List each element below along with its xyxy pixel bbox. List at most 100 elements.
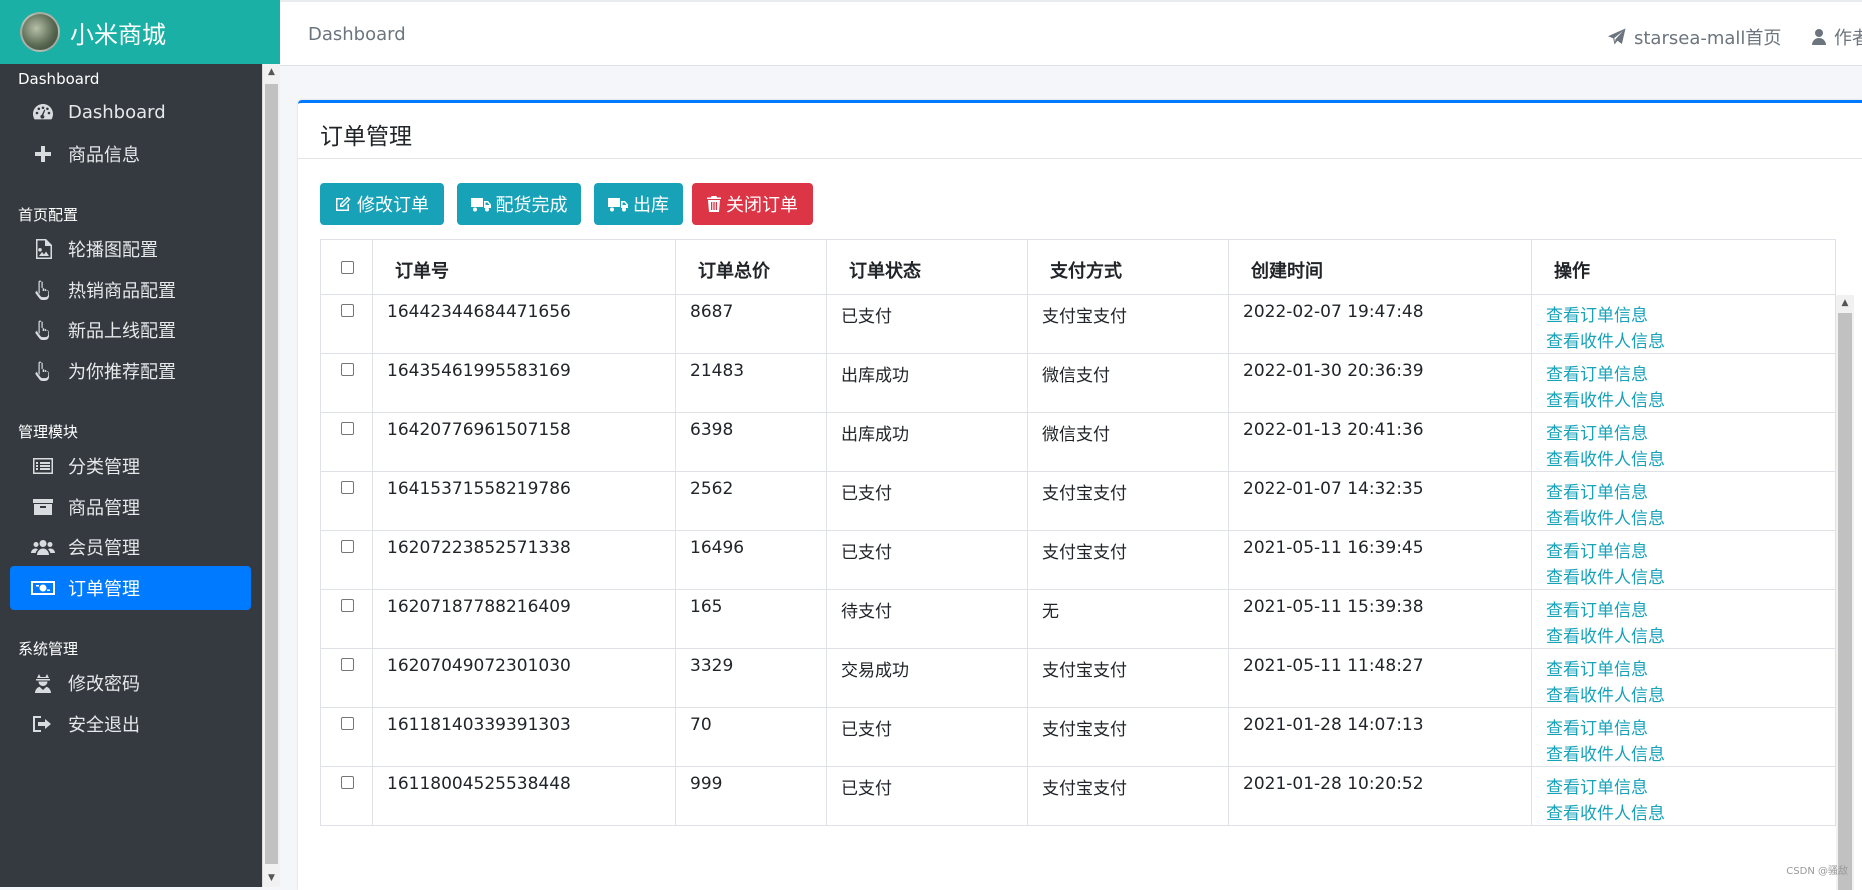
header-status[interactable]: 订单状态 (849, 257, 921, 283)
table-row[interactable]: 16207187788216409 165 待支付 无 2021-05-11 15:39… (320, 590, 1836, 649)
scroll-down-icon[interactable]: ▼ (263, 870, 280, 887)
table-row[interactable]: 16435461995583169 21483 出库成功 微信支付 2022-01-30… (320, 354, 1836, 413)
sidebar-item-logout[interactable]: 安全退出 (10, 702, 251, 746)
sidebar-scrollbar[interactable]: ▲ ▼ (262, 64, 280, 887)
view-receiver-link[interactable]: 查看收件人信息 (1546, 504, 1665, 529)
actions-cell: 查看订单信息 查看收件人信息 (1531, 590, 1836, 648)
table-row[interactable]: 16118140339391303 70 已支付 支付宝支付 2021-01-28 14… (320, 708, 1836, 767)
select-cell (320, 708, 372, 766)
view-receiver-link[interactable]: 查看收件人信息 (1546, 563, 1665, 588)
sidebar-item-label: 新品上线配置 (68, 321, 176, 342)
header-select-cell (320, 240, 372, 294)
order-no-cell-text: 16442344684471656 (387, 302, 571, 322)
view-order-link[interactable]: 查看订单信息 (1546, 596, 1648, 621)
view-order-link[interactable]: 查看订单信息 (1546, 301, 1648, 326)
edit-order-button[interactable]: 修改订单 (320, 183, 444, 225)
scroll-up-icon[interactable]: ▲ (1836, 295, 1854, 311)
view-order-link[interactable]: 查看订单信息 (1546, 537, 1648, 562)
author-link[interactable]: 作者 (1812, 24, 1862, 50)
home-link[interactable]: starsea-mall首页 (1608, 24, 1781, 50)
scrollbar-thumb[interactable] (1838, 313, 1852, 890)
total-cell-text: 70 (690, 715, 712, 735)
view-receiver-link[interactable]: 查看收件人信息 (1546, 740, 1665, 765)
view-order-link[interactable]: 查看订单信息 (1546, 714, 1648, 739)
sidebar-item-orders[interactable]: 订单管理 (10, 566, 251, 610)
pack-complete-label: 配货完成 (495, 195, 568, 216)
pack-complete-button[interactable]: 配货完成 (457, 183, 581, 225)
order-no-cell: 16207223852571338 (372, 531, 675, 589)
actions-cell: 查看订单信息 查看收件人信息 (1531, 354, 1836, 412)
view-receiver-link[interactable]: 查看收件人信息 (1546, 799, 1665, 824)
row-checkbox[interactable] (341, 540, 354, 553)
sidebar-item-label: 会员管理 (68, 538, 140, 559)
view-receiver-link[interactable]: 查看收件人信息 (1546, 681, 1665, 706)
close-order-button[interactable]: 关闭订单 (692, 183, 813, 225)
actions-cell: 查看订单信息 查看收件人信息 (1531, 531, 1836, 589)
sidebar-item-hot-config[interactable]: 热销商品配置 (10, 268, 251, 312)
row-checkbox[interactable] (341, 304, 354, 317)
dashboard-icon (30, 100, 56, 124)
truck-icon (470, 197, 491, 211)
view-order-link[interactable]: 查看订单信息 (1546, 419, 1648, 444)
breadcrumb[interactable]: Dashboard (308, 24, 406, 45)
table-row[interactable]: 16118004525538448 999 已支付 支付宝支付 2021-01-28 1… (320, 767, 1836, 826)
scroll-up-icon[interactable]: ▲ (263, 64, 280, 81)
view-order-link[interactable]: 查看订单信息 (1546, 655, 1648, 680)
sidebar-item-category[interactable]: 分类管理 (10, 444, 251, 488)
brand-link[interactable]: 小米商城 (0, 0, 280, 64)
page-title: 订单管理 (320, 124, 412, 150)
total-cell-text: 16496 (690, 538, 745, 558)
view-order-link[interactable]: 查看订单信息 (1546, 478, 1648, 503)
sidebar-item-label: 商品信息 (68, 145, 140, 166)
row-checkbox[interactable] (341, 776, 354, 789)
table-row[interactable]: 16207049072301030 3329 交易成功 支付宝支付 2021-05-11… (320, 649, 1836, 708)
sidebar-item-dashboard[interactable]: Dashboard (10, 90, 251, 134)
pay-method-cell: 支付宝支付 (1027, 472, 1228, 530)
table-row[interactable]: 16415371558219786 2562 已支付 支付宝支付 2022-01-07 … (320, 472, 1836, 531)
row-checkbox[interactable] (341, 422, 354, 435)
created-time-cell-text: 2022-01-13 20:41:36 (1243, 420, 1424, 440)
table-scrollbar[interactable]: ▲ (1836, 295, 1854, 890)
view-receiver-link[interactable]: 查看收件人信息 (1546, 327, 1665, 352)
sidebar-item-label: 分类管理 (68, 457, 140, 478)
sidebar-item-change-password[interactable]: 修改密码 (10, 661, 251, 705)
sidebar-item-carousel-config[interactable]: 轮播图配置 (10, 227, 251, 271)
total-cell: 6398 (675, 413, 826, 471)
view-receiver-link[interactable]: 查看收件人信息 (1546, 386, 1665, 411)
view-receiver-link[interactable]: 查看收件人信息 (1546, 622, 1665, 647)
row-checkbox[interactable] (341, 658, 354, 671)
order-no-cell: 16118004525538448 (372, 767, 675, 825)
header-total[interactable]: 订单总价 (698, 257, 770, 283)
header-pay[interactable]: 支付方式 (1050, 257, 1122, 283)
created-time-cell-text: 2021-01-28 14:07:13 (1243, 715, 1424, 735)
row-checkbox[interactable] (341, 363, 354, 376)
header-created[interactable]: 创建时间 (1251, 257, 1323, 283)
sidebar-item-goods[interactable]: 商品管理 (10, 485, 251, 529)
table-row[interactable]: 16207223852571338 16496 已支付 支付宝支付 2021-05-11… (320, 531, 1836, 590)
scrollbar-thumb[interactable] (265, 84, 278, 864)
sidebar-item-members[interactable]: 会员管理 (10, 525, 251, 569)
status-cell-text: 已支付 (841, 720, 892, 740)
order-no-cell-text: 16415371558219786 (387, 479, 571, 499)
created-time-cell: 2021-05-11 16:39:45 (1228, 531, 1531, 589)
total-cell-text: 3329 (690, 656, 734, 676)
header-order-no[interactable]: 订单号 (395, 257, 449, 283)
view-order-link[interactable]: 查看订单信息 (1546, 360, 1648, 385)
order-no-cell: 16207049072301030 (372, 649, 675, 707)
sidebar-item-new-config[interactable]: 新品上线配置 (10, 308, 251, 352)
view-order-link[interactable]: 查看订单信息 (1546, 773, 1648, 798)
row-checkbox[interactable] (341, 481, 354, 494)
ship-out-button[interactable]: 出库 (594, 183, 683, 225)
row-checkbox[interactable] (341, 599, 354, 612)
table-row[interactable]: 16442344684471656 8687 已支付 支付宝支付 2022-02-07 … (320, 295, 1836, 354)
row-checkbox[interactable] (341, 717, 354, 730)
table-row[interactable]: 16420776961507158 6398 出库成功 微信支付 2022-01-13 … (320, 413, 1836, 472)
sidebar-item-product-info[interactable]: 商品信息 (10, 132, 251, 176)
view-receiver-link[interactable]: 查看收件人信息 (1546, 445, 1665, 470)
select-all-checkbox[interactable] (341, 261, 354, 274)
total-cell: 3329 (675, 649, 826, 707)
status-cell-text: 已支付 (841, 484, 892, 504)
sidebar-item-recommend-config[interactable]: 为你推荐配置 (10, 349, 251, 393)
order-no-cell-text: 16207223852571338 (387, 538, 571, 558)
pay-method-cell: 支付宝支付 (1027, 708, 1228, 766)
